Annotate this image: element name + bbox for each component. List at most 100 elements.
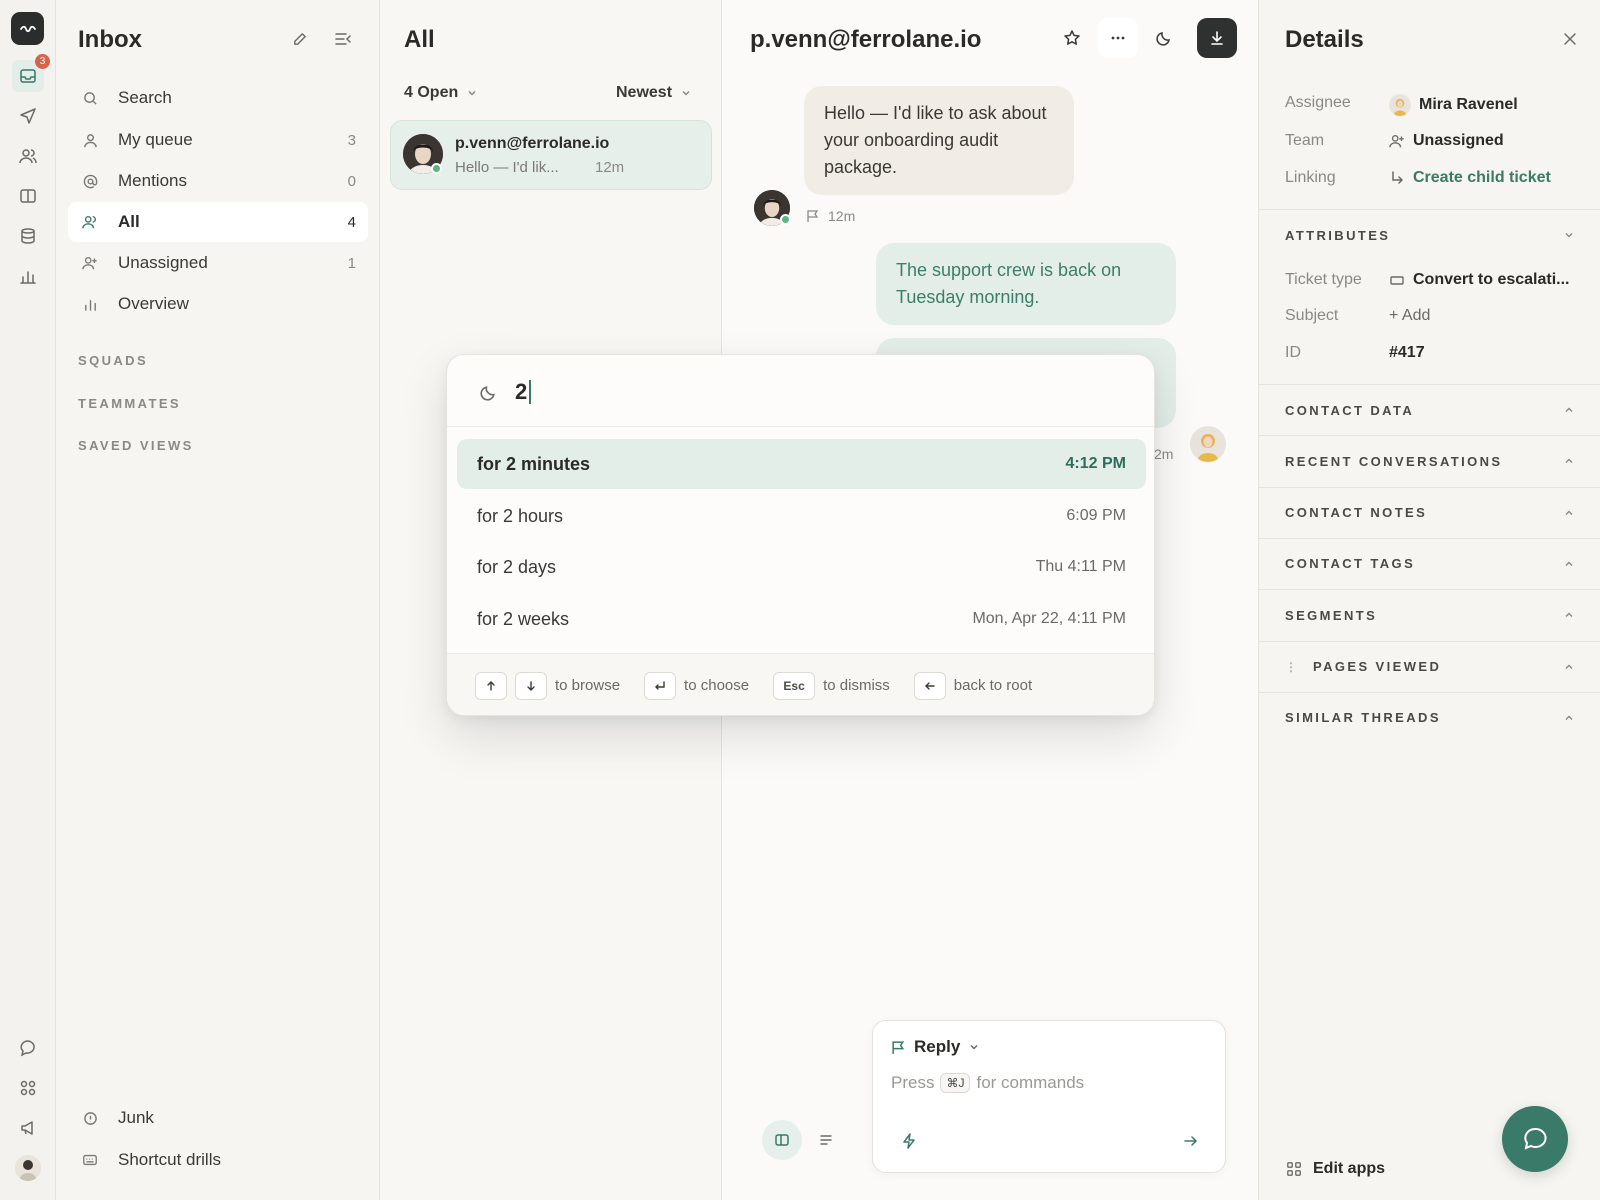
agent-avatar xyxy=(1190,426,1226,462)
send-icon[interactable] xyxy=(12,100,44,132)
snooze-option-label: for 2 days xyxy=(477,556,557,577)
compose-icon[interactable] xyxy=(288,28,310,50)
section-pages-viewed[interactable]: ⋮ PAGES VIEWED xyxy=(1259,640,1600,692)
section-teammates[interactable]: TEAMMATES xyxy=(78,396,181,411)
nav-item-my-queue[interactable]: My queue 3 xyxy=(68,120,368,160)
arrow-left-key-icon xyxy=(913,671,946,700)
section-attributes[interactable]: ATTRIBUTES xyxy=(1259,209,1600,260)
arrow-down-key-icon xyxy=(515,671,547,700)
ticket-type-value[interactable]: Convert to escalati... xyxy=(1389,271,1570,289)
section-label: CONTACT TAGS xyxy=(1285,556,1416,572)
detail-label: Linking xyxy=(1285,169,1336,186)
message-bubble-outgoing: The support crew is back on Tuesday morn… xyxy=(876,243,1176,325)
reply-mode-dropdown[interactable]: Reply xyxy=(891,1037,980,1057)
ticket-icon xyxy=(1389,272,1405,288)
section-label: PAGES VIEWED xyxy=(1313,659,1442,674)
person-icon xyxy=(80,130,100,150)
section-contact-notes[interactable]: CONTACT NOTES xyxy=(1259,486,1600,538)
database-icon[interactable] xyxy=(12,220,44,252)
message-bubble-incoming: Hello — I'd like to ask about your onboa… xyxy=(804,86,1074,195)
more-options-icon[interactable] xyxy=(1098,18,1138,58)
knowledge-icon[interactable] xyxy=(12,180,44,212)
sort-filter[interactable]: Newest xyxy=(616,84,692,102)
snooze-search-bar[interactable]: 2 xyxy=(447,355,1154,427)
nav-item-count: 3 xyxy=(347,131,356,149)
nav-item-label: My queue xyxy=(118,130,193,149)
search-icon xyxy=(80,88,100,108)
section-saved-views[interactable]: SAVED VIEWS xyxy=(78,438,194,453)
inbox-icon[interactable]: 3 xyxy=(12,54,50,92)
snooze-moon-icon[interactable] xyxy=(1144,18,1184,58)
shortcut-key: ⌘J xyxy=(940,1073,971,1093)
drag-handle-icon[interactable]: ⋮ xyxy=(1285,660,1297,674)
hint-back-to-root: back to root xyxy=(953,677,1033,694)
team-value[interactable]: Unassigned xyxy=(1389,132,1504,150)
collapse-sidebar-icon[interactable] xyxy=(332,28,354,50)
nav-item-overview[interactable]: Overview xyxy=(68,284,368,324)
close-conversation-icon[interactable] xyxy=(1197,18,1237,58)
snooze-option[interactable]: for 2 hours 6:09 PM xyxy=(457,491,1146,541)
nav-item-unassigned[interactable]: Unassigned 1 xyxy=(68,243,368,283)
send-arrow-icon[interactable] xyxy=(1179,1129,1203,1153)
conversation-title: p.venn@ferrolane.io xyxy=(750,26,982,53)
close-icon[interactable] xyxy=(1559,28,1581,50)
assignee-value[interactable]: Mira Ravenel xyxy=(1389,94,1518,116)
snooze-option-time: 6:09 PM xyxy=(1066,507,1126,524)
snooze-search-input[interactable]: 2 xyxy=(515,379,532,405)
bar-chart-icon xyxy=(80,294,100,314)
user-avatar[interactable] xyxy=(12,1152,44,1184)
reply-composer[interactable]: Reply Press ⌘J for commands xyxy=(872,1020,1226,1173)
section-label: CONTACT DATA xyxy=(1285,402,1415,418)
add-subject-button[interactable]: + Add xyxy=(1389,307,1430,325)
contacts-icon[interactable] xyxy=(12,140,44,172)
section-recent-conversations[interactable]: RECENT CONVERSATIONS xyxy=(1259,435,1600,486)
nav-item-mentions[interactable]: Mentions 0 xyxy=(68,161,368,201)
reply-flag-icon xyxy=(891,1040,906,1055)
nav-item-all[interactable]: All 4 xyxy=(68,202,368,242)
conversation-preview: Hello — I'd lik... xyxy=(455,159,559,176)
section-label: RECENT CONVERSATIONS xyxy=(1285,453,1503,469)
chat-icon[interactable] xyxy=(12,1032,44,1064)
nav-item-search[interactable]: Search xyxy=(68,78,368,118)
section-label: SIMILAR THREADS xyxy=(1285,710,1441,726)
list-title: All xyxy=(404,26,435,53)
chevron-down-icon xyxy=(466,87,478,99)
section-contact-tags[interactable]: CONTACT TAGS xyxy=(1259,537,1600,589)
conversation-card[interactable]: p.venn@ferrolane.io Hello — I'd lik... 1… xyxy=(390,120,712,190)
apps-grid-icon[interactable] xyxy=(12,1072,44,1104)
nav-item-shortcut-drills[interactable]: Shortcut drills xyxy=(68,1140,368,1180)
notes-icon[interactable] xyxy=(806,1120,846,1160)
edit-apps-button[interactable]: Edit apps xyxy=(1313,1160,1385,1178)
detail-label: Assignee xyxy=(1285,94,1351,111)
status-filter[interactable]: 4 Open xyxy=(404,84,478,102)
detail-row-ticket-type: Ticket type Convert to escalati... xyxy=(1285,271,1585,289)
message-meta: 12m xyxy=(806,208,855,224)
section-segments[interactable]: SEGMENTS xyxy=(1259,589,1600,640)
nav-item-junk[interactable]: Junk xyxy=(68,1098,368,1138)
lightning-icon[interactable] xyxy=(897,1129,921,1153)
create-child-ticket-link[interactable]: Create child ticket xyxy=(1389,169,1551,187)
reports-icon[interactable] xyxy=(12,260,44,292)
section-similar-threads[interactable]: SIMILAR THREADS xyxy=(1259,691,1600,743)
chevron-up-icon xyxy=(1563,507,1575,519)
nav-item-label: Overview xyxy=(118,294,189,313)
placeholder-text: Press xyxy=(891,1073,935,1092)
ticket-id: #417 xyxy=(1389,344,1425,361)
assignee-name: Mira Ravenel xyxy=(1419,96,1518,113)
app-logo-icon[interactable] xyxy=(11,12,44,45)
esc-key: Esc xyxy=(773,671,816,700)
section-contact-data[interactable]: CONTACT DATA xyxy=(1259,384,1600,435)
nav-item-label: Mentions xyxy=(118,171,187,190)
section-squads[interactable]: SQUADS xyxy=(78,353,148,368)
section-label: SEGMENTS xyxy=(1285,607,1378,623)
panel-toggle-icon[interactable] xyxy=(762,1120,802,1160)
snooze-query-text: 2 xyxy=(515,379,528,404)
chat-launcher-button[interactable] xyxy=(1502,1106,1568,1172)
star-icon[interactable] xyxy=(1052,18,1092,58)
snooze-option[interactable]: for 2 days Thu 4:11 PM xyxy=(457,542,1146,592)
reply-placeholder[interactable]: Press ⌘J for commands xyxy=(891,1073,1084,1093)
announcement-icon[interactable] xyxy=(12,1112,44,1144)
snooze-option[interactable]: for 2 weeks Mon, Apr 22, 4:11 PM xyxy=(457,594,1146,644)
snooze-option[interactable]: for 2 minutes 4:12 PM xyxy=(457,439,1146,489)
snooze-option-time: 4:12 PM xyxy=(1065,455,1126,472)
